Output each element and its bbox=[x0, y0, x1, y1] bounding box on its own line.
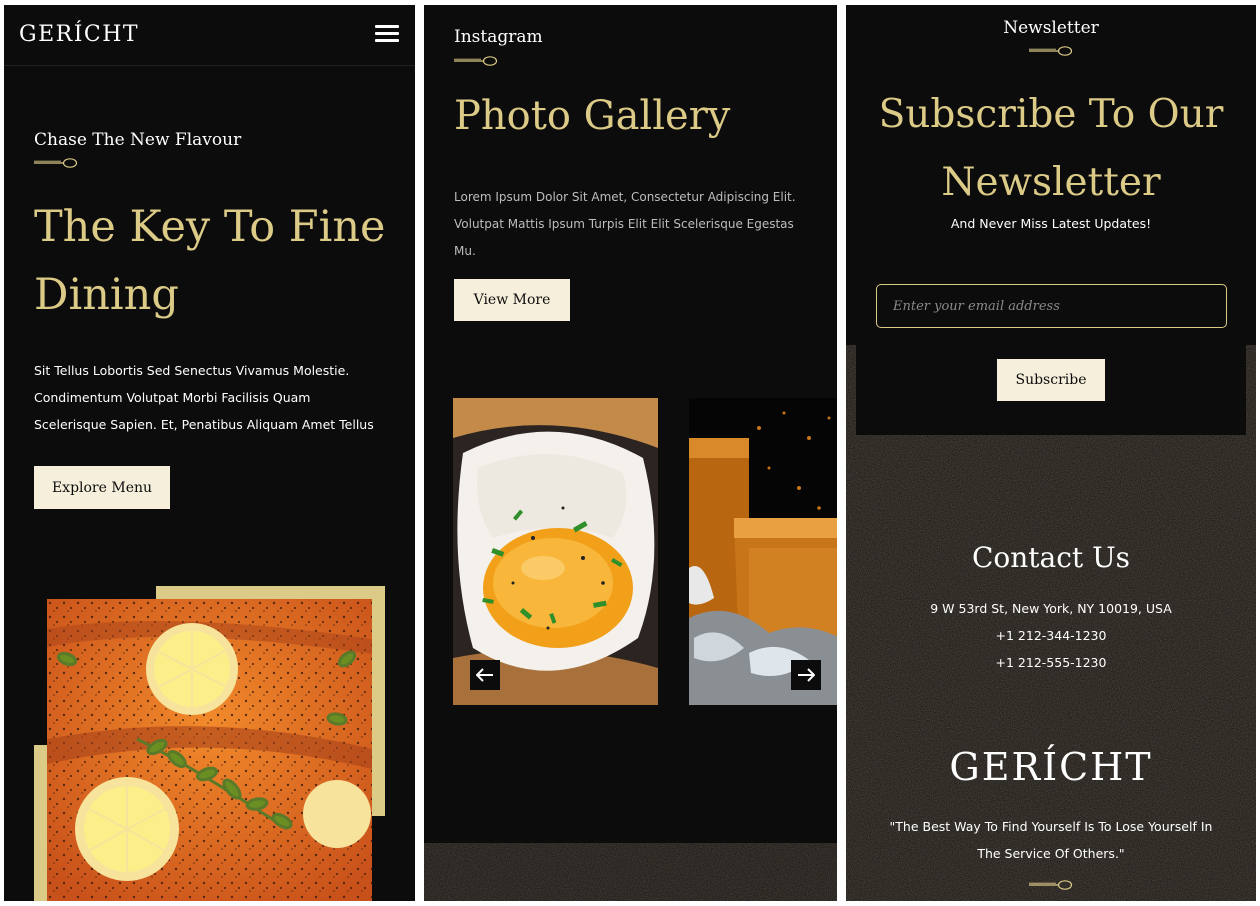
gallery-image-whiskey[interactable] bbox=[689, 398, 837, 705]
subscribe-button[interactable]: Subscribe bbox=[997, 359, 1105, 401]
navbar-logo[interactable]: GERÍCHT bbox=[19, 22, 139, 47]
hero-description: Sit Tellus Lobortis Sed Senectus Vivamus… bbox=[34, 363, 374, 432]
gallery-next-button[interactable] bbox=[791, 660, 821, 690]
contact-phone-2[interactable]: +1 212-555-1230 bbox=[846, 655, 1256, 670]
gallery-description: Lorem Ipsum Dolor Sit Amet, Consectetur … bbox=[454, 190, 796, 258]
explore-menu-button[interactable]: Explore Menu bbox=[34, 466, 170, 509]
gallery-prev-button[interactable] bbox=[470, 660, 500, 690]
gallery-panel: Instagram Photo Gallery Lorem Ipsum Dolo… bbox=[424, 5, 837, 901]
gallery-title: Photo Gallery bbox=[454, 93, 731, 139]
email-input[interactable] bbox=[876, 284, 1227, 328]
newsletter-footer-panel: Newsletter Subscribe To Our Newsletter A… bbox=[846, 5, 1256, 901]
view-more-button[interactable]: View More bbox=[454, 279, 570, 321]
spoon-divider-icon bbox=[1029, 45, 1073, 57]
spoon-divider-icon bbox=[454, 55, 498, 67]
footer-logo[interactable]: GERÍCHT bbox=[846, 745, 1256, 789]
arrow-left-icon bbox=[476, 668, 493, 682]
newsletter-subtitle: And Never Miss Latest Updates! bbox=[950, 216, 1152, 231]
navbar: GERÍCHT bbox=[4, 5, 415, 66]
gallery-label: Instagram bbox=[454, 27, 543, 47]
contact-phone-1[interactable]: +1 212-344-1230 bbox=[846, 628, 1256, 643]
newsletter-box bbox=[856, 240, 1246, 435]
footer-quote: "The Best Way To Find Yourself Is To Los… bbox=[889, 819, 1213, 861]
spoon-divider-icon bbox=[34, 157, 78, 169]
newsletter-title: Subscribe To Our Newsletter bbox=[878, 92, 1224, 205]
gallery-image-egg[interactable] bbox=[453, 398, 658, 705]
newsletter-label: Newsletter bbox=[1003, 18, 1099, 38]
textured-background bbox=[424, 843, 837, 901]
contact-title: Contact Us bbox=[971, 541, 1131, 574]
hero-subtitle: Chase The New Flavour bbox=[34, 130, 242, 150]
hero-panel: GERÍCHT Chase The New Flavour The Key To… bbox=[4, 5, 415, 901]
spoon-divider-icon bbox=[1029, 879, 1073, 891]
arrow-right-icon bbox=[798, 668, 815, 682]
contact-address: 9 W 53rd St, New York, NY 10019, USA bbox=[930, 601, 1172, 616]
hamburger-menu-icon[interactable] bbox=[375, 25, 399, 43]
salmon-dish-image bbox=[47, 599, 372, 901]
hero-title: The Key To Fine Dining bbox=[34, 202, 386, 320]
